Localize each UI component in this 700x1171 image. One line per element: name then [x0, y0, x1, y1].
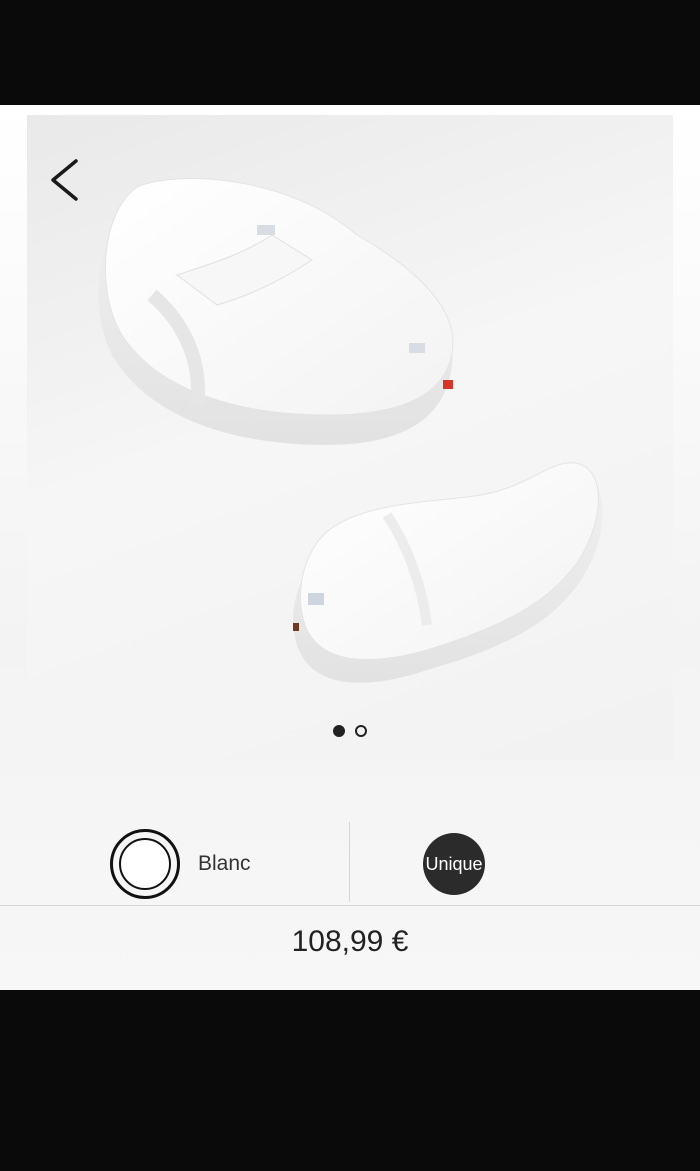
color-label: Blanc — [198, 852, 251, 875]
product-price: 108,99 € — [291, 925, 409, 958]
carousel-pagination — [27, 725, 673, 737]
back-button[interactable] — [45, 155, 85, 205]
product-page: Blanc Unique 108,99 € — [0, 105, 700, 990]
color-option-blanc[interactable]: Blanc — [110, 828, 330, 900]
options-divider — [349, 822, 350, 902]
size-label: Unique — [425, 853, 483, 874]
chevron-left-icon — [51, 159, 78, 201]
nest-with-belt — [98, 178, 454, 445]
color-swatch-fill — [119, 838, 171, 890]
carousel-dot-2[interactable] — [355, 725, 367, 737]
price-divider — [0, 905, 700, 906]
product-image — [98, 178, 603, 683]
color-swatch — [110, 829, 180, 899]
nest-without-belt — [293, 462, 603, 683]
product-image-gallery[interactable] — [27, 115, 673, 760]
size-option-unique[interactable]: Unique — [423, 833, 485, 895]
carousel-dot-1[interactable] — [333, 725, 345, 737]
variant-selector: Blanc Unique — [0, 820, 700, 906]
